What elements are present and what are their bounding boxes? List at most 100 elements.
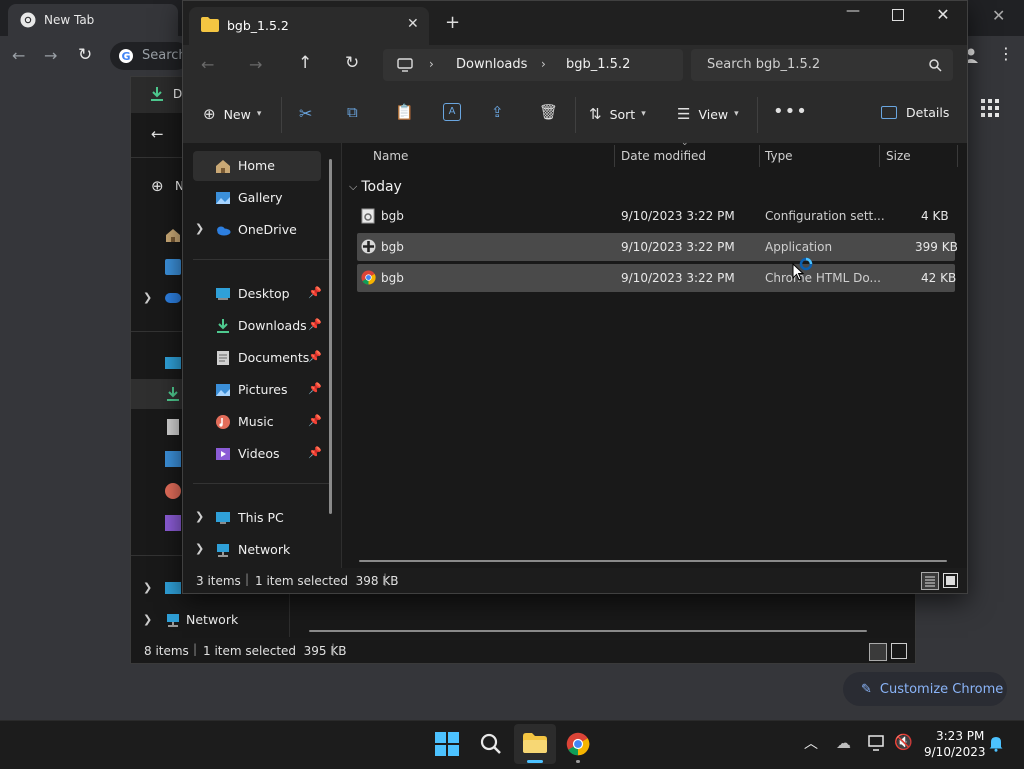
paste-icon[interactable]: 📋 xyxy=(395,103,414,121)
new-label: New xyxy=(223,106,251,122)
bg-music-icon xyxy=(165,483,181,499)
nav-item-home[interactable]: Home xyxy=(193,151,321,181)
details-button[interactable]: Details xyxy=(881,105,949,120)
up-arrow-icon[interactable]: ↑ xyxy=(298,53,312,73)
chrome-back-icon[interactable]: ← xyxy=(12,46,25,65)
group-header-today[interactable]: ⌵ Today xyxy=(349,179,402,195)
onedrive-offline-icon[interactable]: ☁ xyxy=(836,734,851,752)
clock-time[interactable]: 3:23 PM xyxy=(936,729,984,743)
nav-item-documents[interactable]: Documents 📌 xyxy=(193,343,322,373)
notification-bell-icon[interactable] xyxy=(988,735,1004,752)
bg-network-label[interactable]: Network xyxy=(186,612,238,627)
taskbar-chrome-button[interactable] xyxy=(566,732,590,763)
bg-documents-icon xyxy=(167,419,179,435)
nav-item-desktop[interactable]: Desktop 📌 xyxy=(193,279,322,309)
breadcrumb-current-folder[interactable]: bgb_1.5.2 xyxy=(566,57,630,72)
view-button[interactable]: ☰ View ▾ xyxy=(677,105,739,123)
large-icons-view-icon[interactable] xyxy=(943,573,958,588)
breadcrumb-chevron-icon[interactable]: › xyxy=(541,57,546,71)
nav-item-downloads[interactable]: Downloads 📌 xyxy=(193,311,322,341)
bg-chevron-right-icon[interactable]: ❯ xyxy=(143,613,152,626)
pin-icon[interactable]: 📌 xyxy=(308,318,322,331)
refresh-icon[interactable]: ↻ xyxy=(345,53,359,73)
details-view-icon[interactable] xyxy=(921,572,939,590)
copy-icon[interactable]: ⧉ xyxy=(347,103,358,121)
file-date: 9/10/2023 3:22 PM xyxy=(621,240,735,254)
breadcrumb[interactable]: › Downloads › bgb_1.5.2 xyxy=(383,49,683,81)
chevron-right-icon[interactable]: ❯ xyxy=(195,542,204,555)
google-apps-icon[interactable] xyxy=(980,98,1000,118)
bg-horizontal-scrollbar[interactable] xyxy=(309,630,867,632)
nav-label: Gallery xyxy=(238,190,283,205)
cut-icon[interactable]: ✂ xyxy=(299,104,312,123)
nav-item-videos[interactable]: Videos 📌 xyxy=(193,439,322,469)
search-input[interactable]: Search bgb_1.5.2 xyxy=(691,49,953,81)
column-header-name[interactable]: Name xyxy=(373,149,408,163)
horizontal-scrollbar[interactable] xyxy=(359,560,947,562)
pin-icon[interactable]: 📌 xyxy=(308,286,322,299)
taskbar-file-explorer-button[interactable] xyxy=(514,724,556,764)
bg-tiles-view-icon[interactable] xyxy=(891,643,907,659)
minimize-icon[interactable]: — xyxy=(833,3,873,23)
chrome-reload-icon[interactable]: ↻ xyxy=(78,45,92,65)
chevron-right-icon[interactable]: ❯ xyxy=(195,510,204,523)
file-explorer-window[interactable]: bgb_1.5.2 ✕ + — ✕ ← → ↑ ↻ › Downloads › … xyxy=(182,0,968,594)
file-type: Application xyxy=(765,240,833,254)
table-row[interactable]: bgb 9/10/2023 3:22 PM Configuration sett… xyxy=(357,202,955,230)
nav-item-network[interactable]: ❯ Network xyxy=(193,535,321,565)
column-header-type[interactable]: Type xyxy=(765,149,793,163)
pin-icon[interactable]: 📌 xyxy=(308,350,322,363)
nav-item-pictures[interactable]: Pictures 📌 xyxy=(193,375,322,405)
nav-vertical-scrollbar[interactable] xyxy=(329,159,332,514)
search-icon[interactable] xyxy=(480,733,502,755)
pin-icon[interactable]: 📌 xyxy=(308,414,322,427)
chrome-omnibox[interactable]: G Search xyxy=(110,42,190,70)
breadcrumb-chevron-icon[interactable]: › xyxy=(429,57,434,71)
clock-date[interactable]: 9/10/2023 xyxy=(924,745,986,759)
new-button[interactable]: ⊕ New ▾ xyxy=(203,105,261,123)
table-row[interactable]: bgb 9/10/2023 3:22 PM Chrome HTML Do... … xyxy=(357,264,956,292)
bg-new-icon[interactable]: ⊕ xyxy=(151,177,164,195)
new-tab-icon[interactable]: + xyxy=(445,12,460,33)
chrome-forward-icon[interactable]: → xyxy=(44,46,57,65)
chevron-down-icon: ⌵ xyxy=(349,180,358,193)
nav-item-this-pc[interactable]: ❯ This PC xyxy=(193,503,321,533)
back-arrow-icon[interactable]: ← xyxy=(201,55,214,74)
bg-downloads-icon xyxy=(167,387,179,401)
table-row[interactable]: bgb 9/10/2023 3:22 PM Application 399 KB xyxy=(357,233,958,261)
delete-icon[interactable]: 🗑 xyxy=(539,103,558,121)
more-options-icon[interactable]: ••• xyxy=(773,101,808,122)
explorer-tab[interactable]: bgb_1.5.2 ✕ xyxy=(189,7,429,45)
chevron-right-icon[interactable]: ❯ xyxy=(195,222,204,235)
chrome-menu-icon[interactable]: ⋮ xyxy=(998,44,1014,63)
sort-button[interactable]: ⇅ Sort ▾ xyxy=(589,105,646,123)
videos-icon xyxy=(216,448,230,460)
volume-muted-icon[interactable]: 🔇 xyxy=(894,733,913,751)
window-close-icon[interactable]: ✕ xyxy=(923,5,963,25)
chrome-tab-title: New Tab xyxy=(44,13,95,27)
start-windows-icon[interactable] xyxy=(435,732,459,756)
network-status-icon[interactable] xyxy=(868,735,886,751)
maximize-icon[interactable] xyxy=(892,9,904,21)
nav-item-onedrive[interactable]: ❯ OneDrive xyxy=(193,215,321,245)
breadcrumb-downloads[interactable]: Downloads xyxy=(456,57,527,72)
bg-chevron-right-icon[interactable]: ❯ xyxy=(143,291,152,304)
pin-icon[interactable]: 📌 xyxy=(308,382,322,395)
chrome-tab-new-tab[interactable]: New Tab xyxy=(8,4,178,36)
rename-icon[interactable]: A xyxy=(443,103,461,121)
tab-close-icon[interactable]: ✕ xyxy=(407,16,419,32)
chrome-close-icon[interactable]: ✕ xyxy=(992,6,1005,25)
column-header-size[interactable]: Size xyxy=(886,149,911,163)
customize-chrome-button[interactable]: ✎ Customize Chrome xyxy=(843,672,1007,706)
bg-details-view-icon[interactable] xyxy=(869,643,887,661)
nav-item-gallery[interactable]: Gallery xyxy=(193,183,321,213)
column-header-date-modified[interactable]: Date modified xyxy=(621,149,706,163)
bg-chevron-right-icon[interactable]: ❯ xyxy=(143,581,152,594)
pin-icon[interactable]: 📌 xyxy=(308,446,322,459)
chrome-icon xyxy=(566,732,590,756)
nav-item-music[interactable]: Music 📌 xyxy=(193,407,322,437)
show-hidden-icons-chevron-icon[interactable]: ︿ xyxy=(804,733,818,753)
bg-back-icon[interactable]: ← xyxy=(151,125,164,143)
share-icon[interactable]: ⇪ xyxy=(491,103,504,121)
forward-arrow-icon[interactable]: → xyxy=(249,55,262,74)
